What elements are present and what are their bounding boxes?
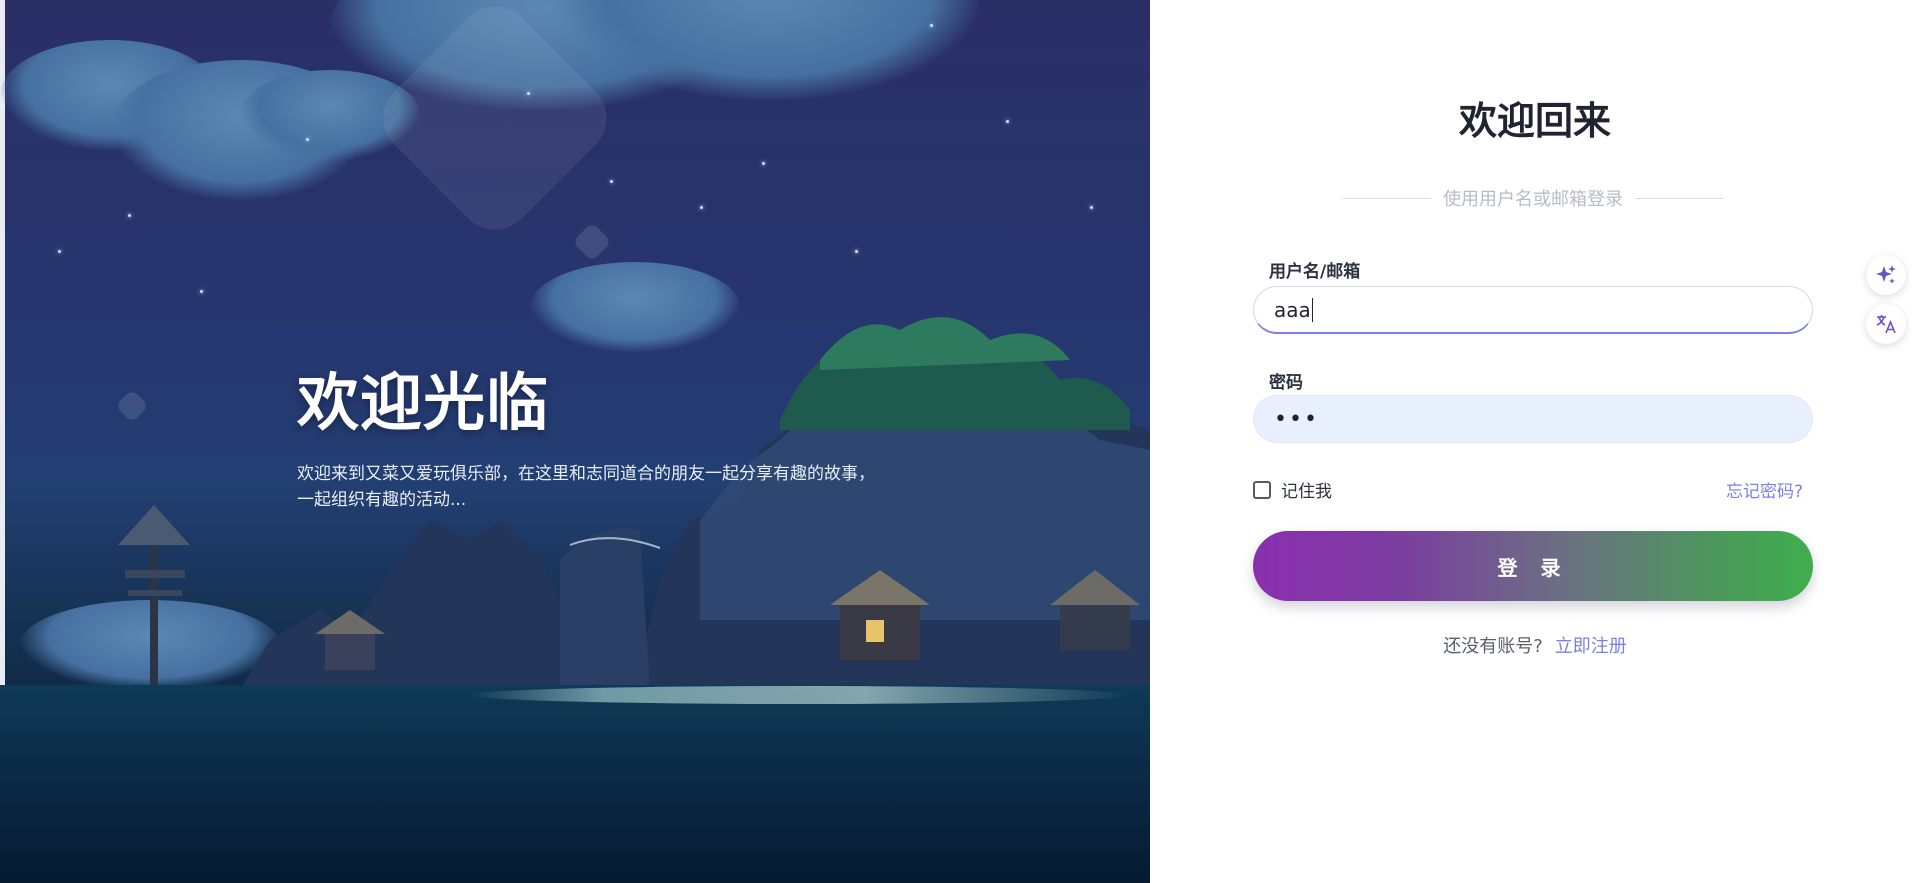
login-button[interactable]: 登 录	[1253, 531, 1813, 601]
ai-assistant-button[interactable]	[1866, 255, 1906, 295]
translate-button[interactable]	[1866, 304, 1906, 344]
hero-title: 欢迎光临	[297, 366, 550, 439]
divider	[1343, 197, 1431, 199]
beach	[470, 686, 1130, 704]
hero-text: 欢迎光临 欢迎来到又菜又爱玩俱乐部，在这里和志同道合的朋友一起分享有趣的故事，一…	[297, 363, 877, 513]
register-row: 还没有账号? 立即注册	[1150, 632, 1920, 658]
translate-icon	[1876, 315, 1896, 334]
login-button-label: 登 录	[1497, 555, 1569, 580]
hero-description: 欢迎来到又菜又爱玩俱乐部，在这里和志同道合的朋友一起分享有趣的故事，一起组织有趣…	[297, 464, 875, 510]
text-caret	[1311, 297, 1313, 322]
remember-checkbox[interactable]	[1253, 480, 1271, 499]
username-value: aaa	[1274, 297, 1311, 322]
remember-me[interactable]: 记住我	[1253, 477, 1332, 502]
password-label: 密码	[1269, 373, 1303, 393]
sea	[0, 685, 1150, 883]
divider	[1635, 197, 1723, 199]
register-link[interactable]: 立即注册	[1555, 636, 1627, 657]
hero-panel: 欢迎光临 欢迎来到又菜又爱玩俱乐部，在这里和志同道合的朋友一起分享有趣的故事，一…	[0, 0, 1150, 883]
login-panel: 欢迎回来 使用用户名或邮箱登录 用户名/邮箱 aaa 密码 ••• 记住我 忘记…	[1150, 0, 1920, 883]
password-value: •••	[1274, 406, 1319, 432]
password-input[interactable]: •••	[1253, 395, 1813, 443]
username-input[interactable]: aaa	[1253, 286, 1813, 334]
sparkle-icon	[1876, 265, 1896, 284]
page-title: 欢迎回来	[1458, 99, 1611, 143]
username-label: 用户名/邮箱	[1269, 262, 1361, 282]
forgot-password-link[interactable]: 忘记密码?	[1726, 477, 1803, 502]
no-account-text: 还没有账号?	[1443, 636, 1543, 657]
subtitle: 使用用户名或邮箱登录	[1443, 189, 1623, 210]
remember-label: 记住我	[1281, 482, 1332, 502]
subtitle-row: 使用用户名或邮箱登录	[1343, 186, 1723, 210]
